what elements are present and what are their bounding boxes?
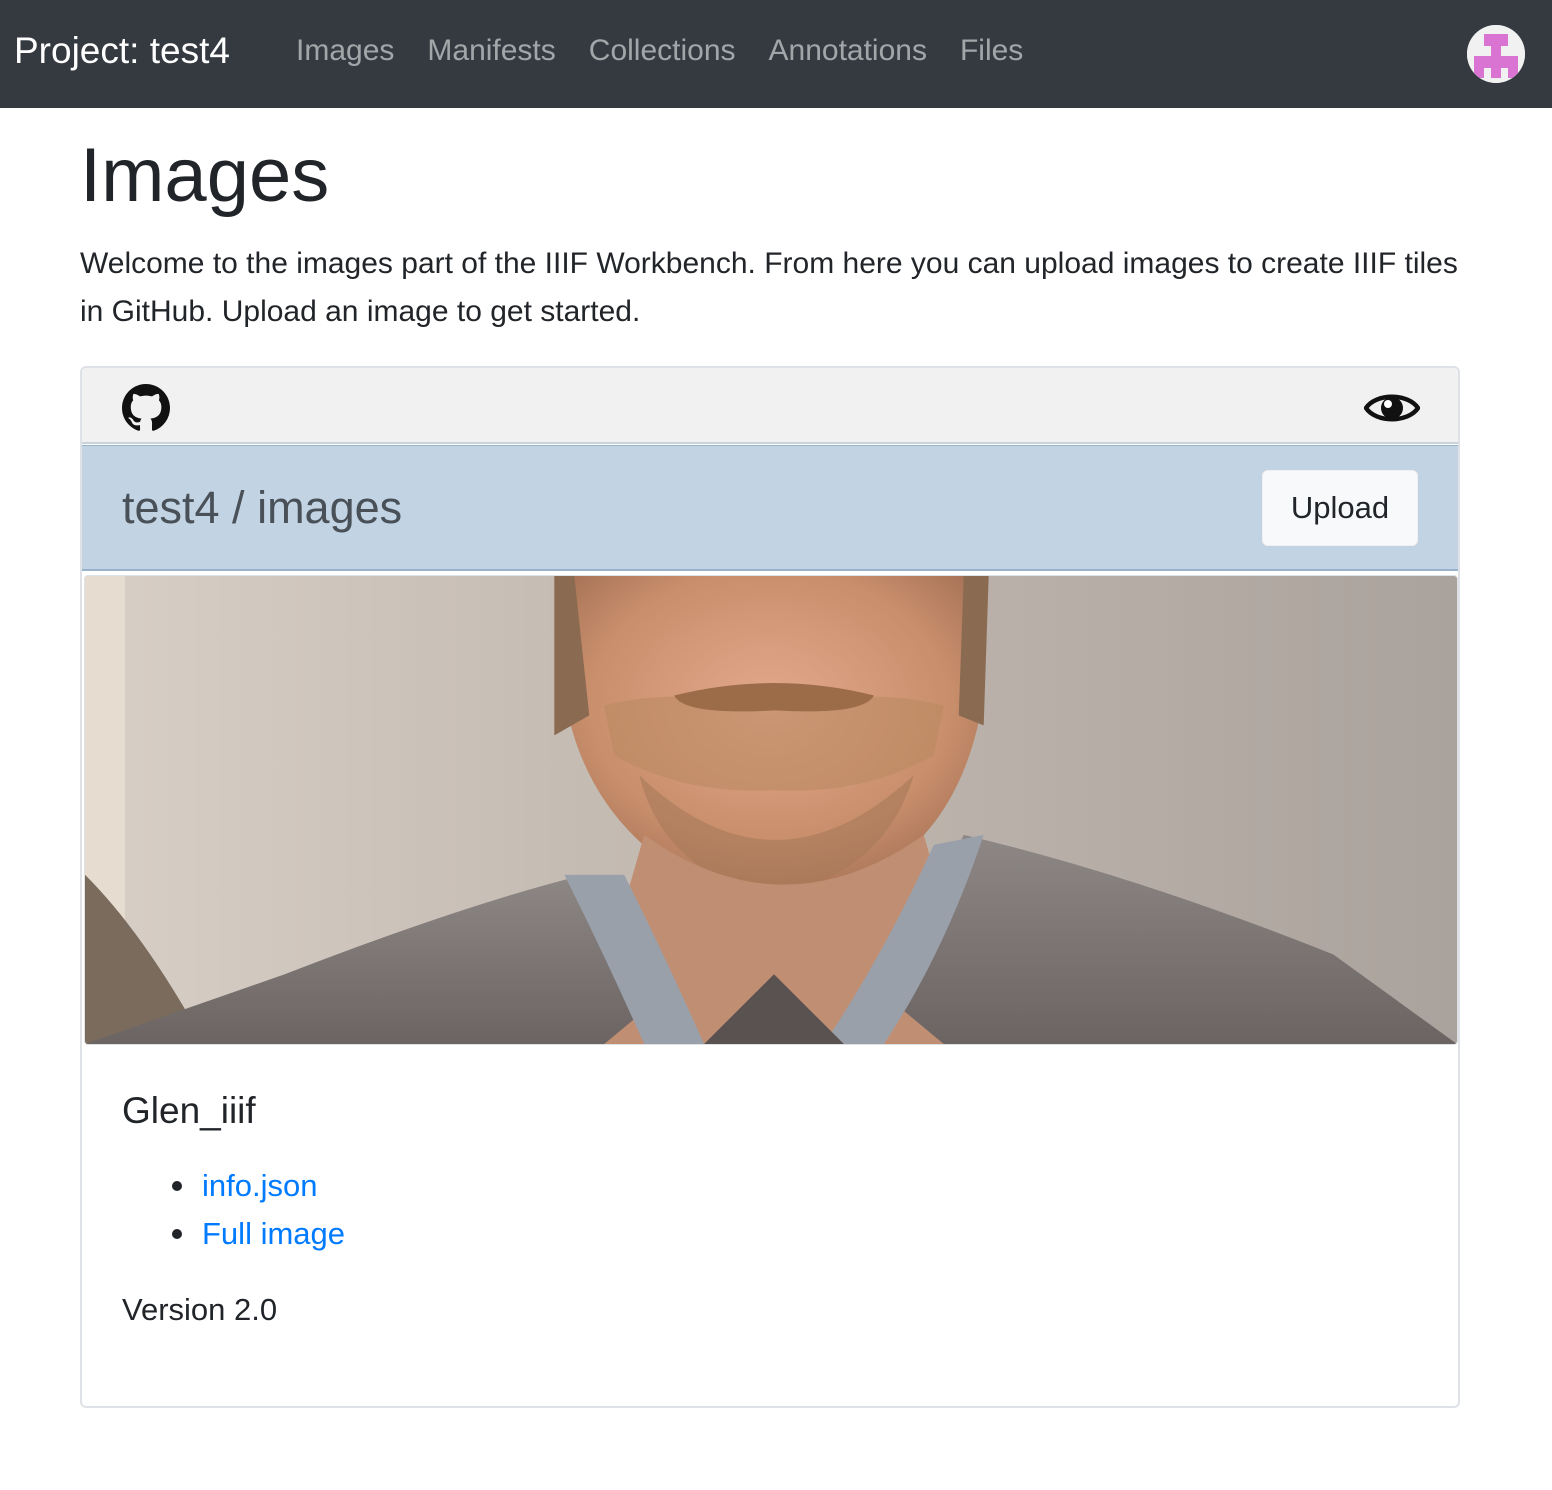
full-image-link[interactable]: Full image bbox=[202, 1216, 345, 1251]
repo-header-bar: test4 / images Upload bbox=[82, 445, 1458, 571]
list-item: info.json bbox=[172, 1162, 345, 1210]
upload-button[interactable]: Upload bbox=[1262, 470, 1418, 546]
image-thumbnail[interactable] bbox=[84, 575, 1458, 1045]
github-icon[interactable] bbox=[122, 384, 170, 432]
list-item: Full image bbox=[172, 1210, 345, 1258]
user-avatar[interactable] bbox=[1467, 25, 1525, 83]
image-name: Glen_iiif bbox=[122, 1090, 256, 1131]
nav-link-manifests[interactable]: Manifests bbox=[427, 34, 555, 68]
project-brand[interactable]: Project: test4 bbox=[14, 30, 230, 72]
nav-link-annotations[interactable]: Annotations bbox=[769, 34, 927, 68]
top-navbar: Project: test4 Images Manifests Collecti… bbox=[0, 0, 1552, 108]
nav-link-collections[interactable]: Collections bbox=[589, 34, 736, 68]
portrait-photo bbox=[85, 576, 1457, 1044]
info-json-link[interactable]: info.json bbox=[202, 1168, 317, 1203]
identicon-icon bbox=[1467, 25, 1525, 83]
nav-link-files[interactable]: Files bbox=[960, 34, 1023, 68]
card-toolbar bbox=[82, 368, 1458, 444]
page-title: Images bbox=[80, 133, 330, 218]
repo-path: test4 / images bbox=[122, 482, 403, 533]
nav-links: Images Manifests Collections Annotations… bbox=[296, 34, 1023, 68]
image-links: info.json Full image bbox=[172, 1162, 345, 1258]
repo-card: test4 / images Upload Glen_iiif info.jso… bbox=[80, 366, 1460, 1408]
version-text: Version 2.0 bbox=[122, 1292, 278, 1327]
intro-text: Welcome to the images part of the IIIF W… bbox=[80, 247, 1458, 328]
eye-icon[interactable] bbox=[1364, 390, 1420, 426]
nav-link-images[interactable]: Images bbox=[296, 34, 394, 68]
